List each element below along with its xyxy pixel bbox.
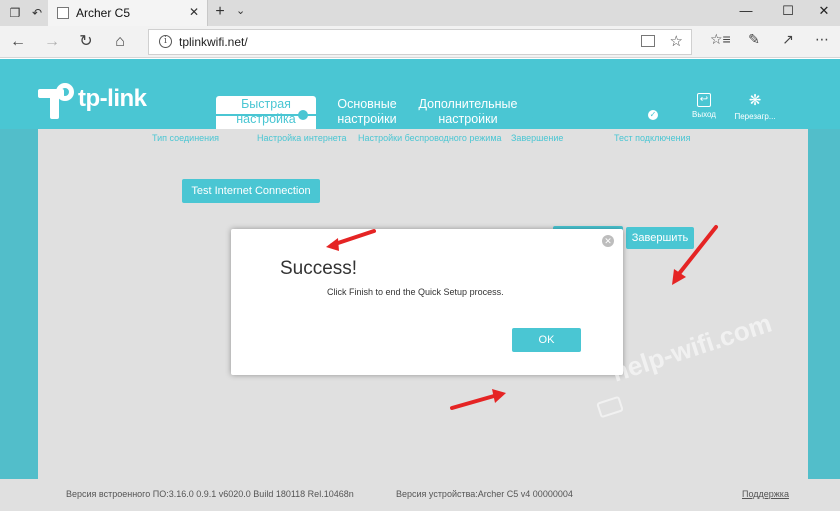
refresh-icon[interactable]: ↻ (76, 33, 96, 51)
back-arrow-icon[interactable]: ← (8, 33, 28, 51)
browser-tab-bar: ❐ ↶ Archer C5 ✕ + ⌄ — ☐ ✕ (0, 0, 840, 26)
content-layer: ✓ Тип соединения Настройка интернета Нас… (0, 59, 840, 511)
test-connection-button[interactable]: Test Internet Connection (182, 179, 320, 203)
step-dot-3 (415, 110, 425, 120)
annotation-arrow-test (326, 229, 376, 251)
success-dialog: ✕ Success! Click Finish to end the Quick… (231, 229, 623, 375)
url-field[interactable]: i tplinkwifi.net/ ☆ (148, 29, 692, 55)
footer: Версия встроенного ПО:3.16.0 0.9.1 v6020… (0, 479, 840, 511)
tab-title: Archer C5 (76, 6, 131, 20)
close-tab-icon[interactable]: ✕ (189, 5, 199, 19)
step-dot-1 (181, 110, 191, 120)
annotation-arrow-ok (450, 389, 506, 410)
dialog-title: Success! (280, 258, 358, 279)
favorite-star-icon[interactable]: ☆ (670, 32, 683, 50)
browser-tab[interactable]: Archer C5 ✕ (48, 0, 208, 26)
hardware-version: Версия устройства:Archer C5 v4 00000004 (396, 489, 573, 499)
firmware-version: Версия встроенного ПО:3.16.0 0.9.1 v6020… (66, 489, 354, 499)
chevron-down-icon[interactable]: ⌄ (236, 4, 245, 17)
page-icon (57, 7, 69, 19)
back-tabs-icon[interactable]: ↶ (28, 4, 46, 22)
step-label-2: Настройка интернета (257, 133, 347, 143)
step-check-icon: ✓ (646, 108, 660, 122)
more-menu-icon[interactable]: ⋯ (812, 31, 832, 48)
new-tab-icon[interactable]: + (212, 3, 228, 21)
url-text[interactable]: tplinkwifi.net/ (179, 35, 248, 49)
close-window-icon[interactable]: ✕ (814, 3, 834, 19)
share-icon[interactable]: ↗ (778, 31, 798, 48)
step-label-4: Завершение (511, 133, 564, 143)
minimize-icon[interactable]: — (736, 3, 756, 18)
watermark: help-wifi.com (608, 307, 776, 388)
support-link[interactable]: Поддержка (742, 489, 789, 499)
step-dot-2 (298, 110, 308, 120)
favorites-list-icon[interactable]: ☆≡ (710, 31, 731, 48)
step-label-3: Настройки беспроводного режима (358, 133, 502, 143)
close-dialog-icon[interactable]: ✕ (602, 235, 614, 247)
address-bar: ← → ↻ ⌂ i tplinkwifi.net/ ☆ ☆≡ ✎ ↗ ⋯ (0, 26, 840, 58)
step-label-1: Тип соединения (152, 133, 220, 143)
annotation-arrow-finish (672, 225, 718, 285)
reading-view-icon[interactable] (641, 35, 655, 47)
step-label-5: Тест подключения (614, 133, 691, 143)
forward-arrow-icon[interactable]: → (42, 33, 62, 51)
watermark-router-icon (596, 395, 624, 419)
tab-manager-icon[interactable]: ❐ (6, 4, 24, 22)
ok-button[interactable]: OK (512, 328, 581, 352)
dialog-message: Click Finish to end the Quick Setup proc… (327, 287, 504, 297)
pen-icon[interactable]: ✎ (744, 31, 764, 48)
maximize-icon[interactable]: ☐ (778, 3, 798, 19)
home-icon[interactable]: ⌂ (110, 33, 130, 51)
step-dot-4 (532, 110, 542, 120)
site-info-icon[interactable]: i (159, 35, 172, 48)
